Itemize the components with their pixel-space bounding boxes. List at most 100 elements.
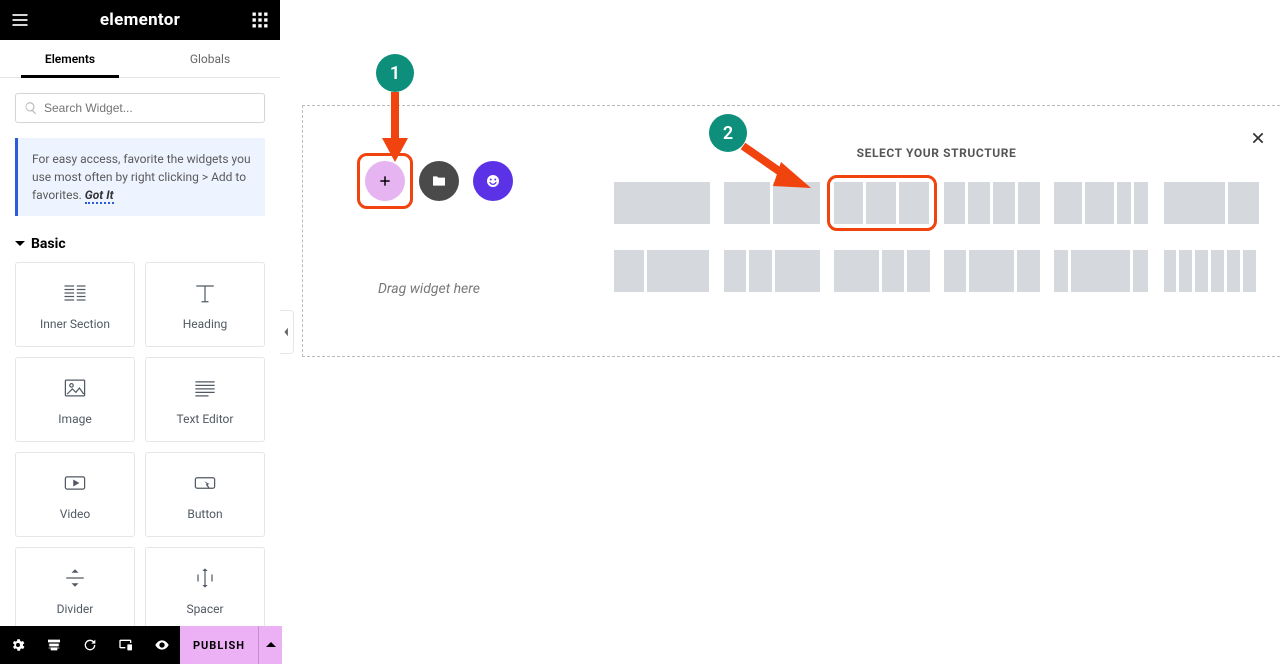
- structure-option-4[interactable]: [1054, 182, 1150, 224]
- structure-column: [993, 182, 1015, 224]
- structure-column: [969, 250, 1014, 292]
- chevron-down-icon: [15, 239, 25, 249]
- menu-button[interactable]: [10, 10, 30, 30]
- heading-icon: [191, 279, 219, 307]
- navigator-button[interactable]: [36, 626, 72, 664]
- responsive-button[interactable]: [108, 626, 144, 664]
- structure-column: [1164, 182, 1225, 224]
- widget-heading[interactable]: Heading: [145, 262, 265, 347]
- structure-option-10[interactable]: [1054, 250, 1150, 292]
- structure-column: [1228, 182, 1259, 224]
- structure-column: [1071, 250, 1130, 292]
- structure-option-7[interactable]: [724, 250, 820, 292]
- structure-column: [614, 182, 710, 224]
- plus-icon: [377, 173, 393, 189]
- structure-column: [775, 250, 820, 292]
- inner-section-icon: [61, 279, 89, 307]
- history-button[interactable]: [72, 626, 108, 664]
- search-icon: [24, 101, 38, 115]
- video-icon: [61, 469, 89, 497]
- structure-option-11[interactable]: [1164, 250, 1260, 292]
- structure-column: [647, 250, 708, 292]
- publish-options-button[interactable]: [258, 626, 282, 664]
- structure-option-3[interactable]: [944, 182, 1040, 224]
- widget-label: Heading: [183, 317, 228, 331]
- structure-column: [1133, 250, 1147, 292]
- structure-column: [749, 250, 772, 292]
- collapse-panel-handle[interactable]: [280, 310, 294, 354]
- structure-column: [899, 182, 929, 224]
- settings-button[interactable]: [0, 626, 36, 664]
- structure-column: [834, 250, 879, 292]
- structure-column: [1195, 250, 1208, 292]
- structure-column: [773, 182, 820, 224]
- widget-label: Inner Section: [40, 317, 110, 331]
- structure-column: [907, 250, 930, 292]
- annotation-badge-1: 1: [376, 54, 414, 92]
- text-editor-icon: [191, 374, 219, 402]
- structure-option-9[interactable]: [944, 250, 1040, 292]
- structure-column: [968, 182, 990, 224]
- chevron-left-icon: [283, 327, 290, 337]
- new-section-frame[interactable]: Drag widget here SELECT YOUR STRUCTURE: [302, 105, 1280, 357]
- search-input[interactable]: [44, 101, 256, 115]
- widget-label: Video: [60, 507, 91, 521]
- structure-column: [944, 250, 967, 292]
- close-structure-button[interactable]: [1250, 130, 1266, 150]
- tab-globals[interactable]: Globals: [140, 40, 280, 77]
- structure-column: [1134, 182, 1148, 224]
- divider-icon: [61, 564, 89, 592]
- structure-column: [944, 182, 966, 224]
- structure-option-2[interactable]: [834, 182, 930, 224]
- widget-label: Text Editor: [177, 412, 234, 426]
- widget-label: Button: [187, 507, 222, 521]
- widget-video[interactable]: Video: [15, 452, 135, 537]
- widget-image[interactable]: Image: [15, 357, 135, 442]
- spacer-icon: [191, 564, 219, 592]
- structure-column: [724, 182, 771, 224]
- brand-logo: elementor: [100, 10, 180, 30]
- search-widget-box[interactable]: [15, 93, 265, 123]
- category-basic[interactable]: Basic: [15, 236, 265, 252]
- apps-grid-button[interactable]: [250, 10, 270, 30]
- structure-option-8[interactable]: [834, 250, 930, 292]
- structure-option-0[interactable]: [614, 182, 710, 224]
- widget-spacer[interactable]: Spacer: [145, 547, 265, 626]
- add-section-button[interactable]: [365, 161, 405, 201]
- widget-label: Spacer: [186, 602, 223, 616]
- image-icon: [61, 374, 89, 402]
- widget-inner-section[interactable]: Inner Section: [15, 262, 135, 347]
- widget-label: Divider: [57, 602, 94, 616]
- drag-widget-hint: Drag widget here: [378, 281, 480, 297]
- widget-text-editor[interactable]: Text Editor: [145, 357, 265, 442]
- structure-column: [1243, 250, 1256, 292]
- structure-column: [1018, 182, 1040, 224]
- tab-elements[interactable]: Elements: [0, 40, 140, 77]
- chevron-up-icon: [266, 640, 276, 650]
- category-label: Basic: [31, 236, 66, 252]
- ai-button[interactable]: [473, 161, 513, 201]
- publish-button[interactable]: PUBLISH: [180, 626, 258, 664]
- structure-option-6[interactable]: [614, 250, 710, 292]
- structure-option-1[interactable]: [724, 182, 820, 224]
- widget-button[interactable]: Button: [145, 452, 265, 537]
- structure-column: [882, 250, 905, 292]
- structure-option-5[interactable]: [1164, 182, 1260, 224]
- structure-column: [1054, 182, 1083, 224]
- editor-canvas: Drag widget here SELECT YOUR STRUCTURE 1…: [294, 0, 1280, 664]
- tip-got-it-link[interactable]: Got It: [85, 188, 114, 204]
- structure-title: SELECT YOUR STRUCTURE: [593, 146, 1280, 160]
- add-template-button[interactable]: [419, 161, 459, 201]
- structure-column: [1085, 182, 1114, 224]
- preview-button[interactable]: [144, 626, 180, 664]
- structure-column: [1211, 250, 1224, 292]
- widget-label: Image: [58, 412, 91, 426]
- structure-column: [1164, 250, 1177, 292]
- structure-column: [724, 250, 747, 292]
- tip-text: For easy access, favorite the widgets yo…: [32, 152, 251, 202]
- structure-column: [1117, 182, 1131, 224]
- widget-divider[interactable]: Divider: [15, 547, 135, 626]
- sparkle-icon: [484, 172, 502, 190]
- close-icon: [1250, 130, 1266, 146]
- structure-column: [1227, 250, 1240, 292]
